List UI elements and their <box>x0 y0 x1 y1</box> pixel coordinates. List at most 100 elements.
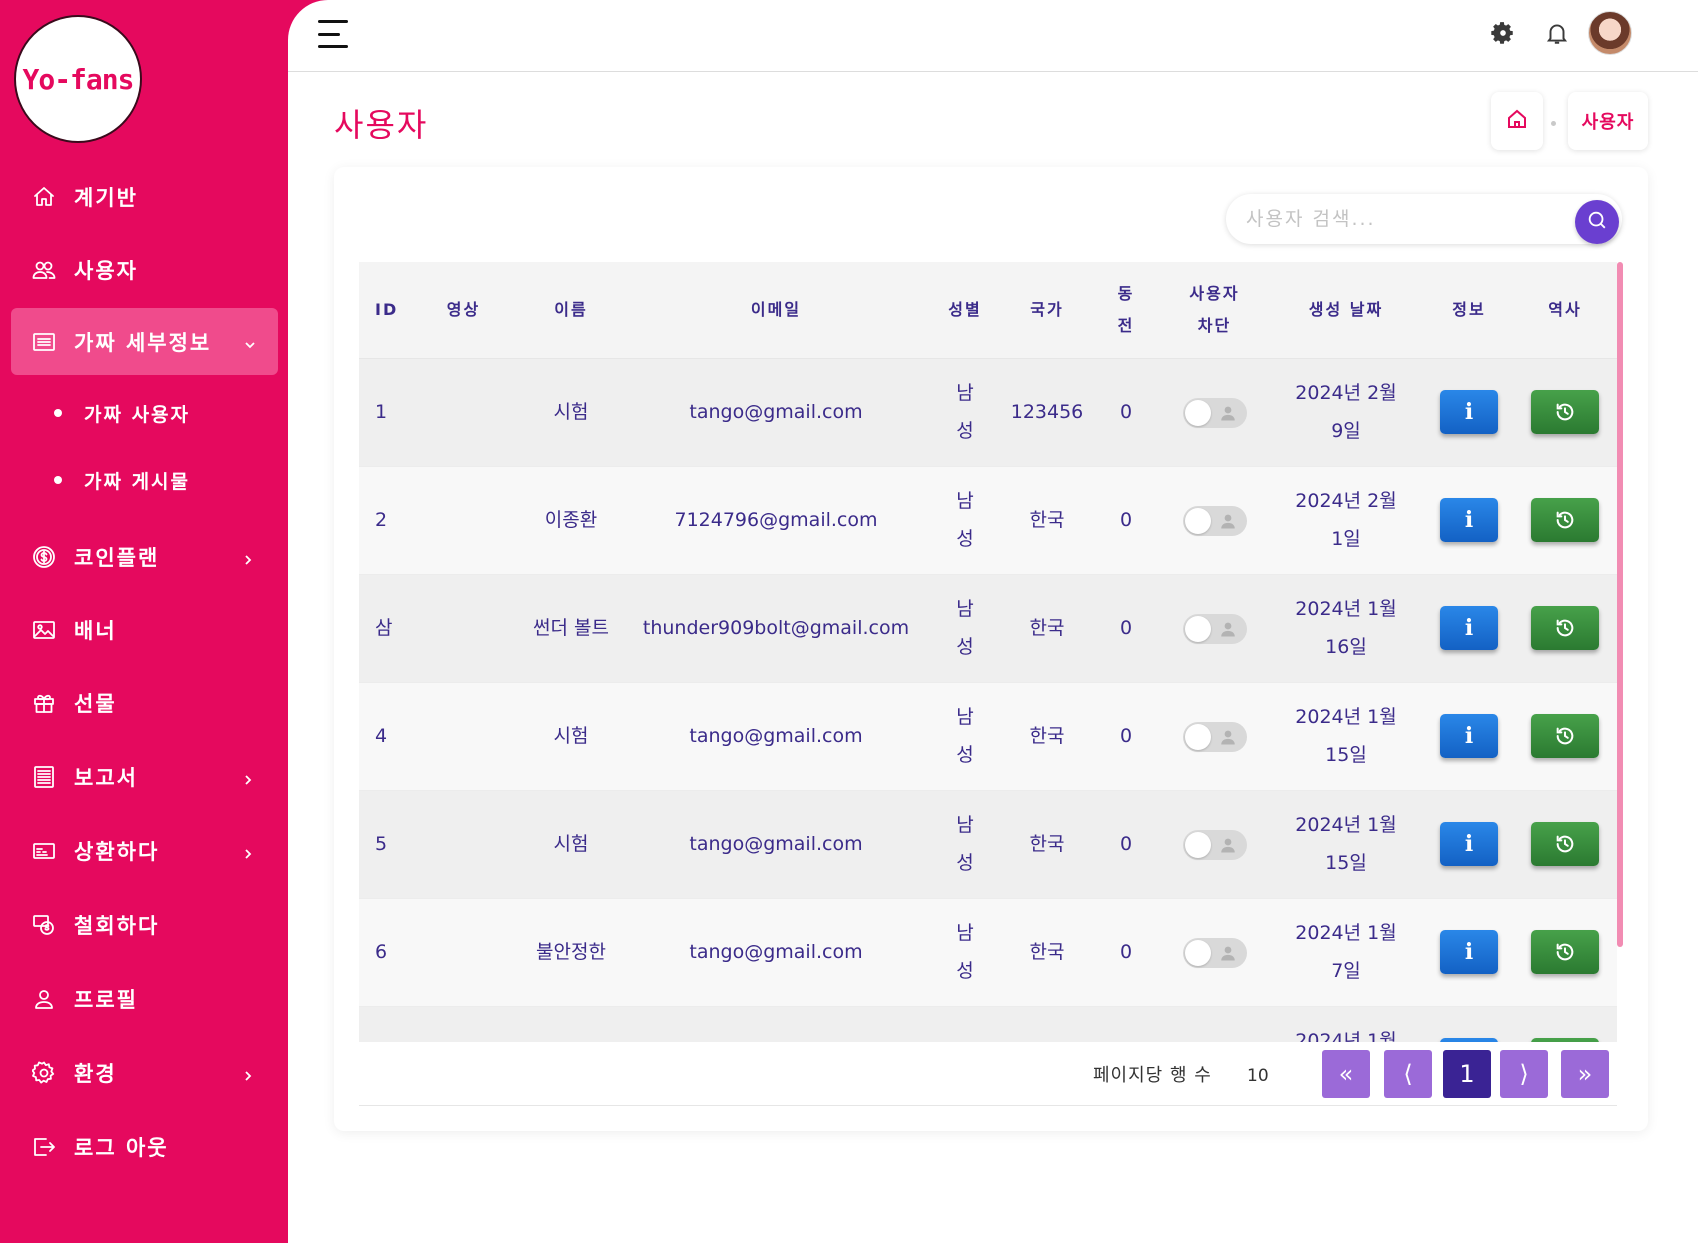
sidebar-subitem-fake-posts[interactable]: 가짜 게시물 <box>0 455 288 505</box>
cell-history <box>1513 898 1617 1007</box>
history-button[interactable] <box>1531 390 1599 434</box>
sidebar-item-dashboard[interactable]: 계기반 <box>0 167 288 227</box>
sidebar-item-logout[interactable]: 로그 아웃 <box>0 1117 288 1177</box>
users-icon <box>30 256 58 284</box>
history-icon <box>1556 943 1574 961</box>
column-header-history[interactable]: 역사 <box>1513 262 1617 359</box>
rows-per-page-select[interactable]: 10 <box>1247 1066 1269 1086</box>
sidebar-item-banner[interactable]: 배너 <box>0 600 288 660</box>
cell-country: 한국 <box>1004 790 1090 899</box>
search-input[interactable] <box>1246 194 1566 244</box>
info-button[interactable]: i <box>1440 390 1498 434</box>
block-user-toggle[interactable] <box>1182 937 1247 968</box>
cell-history <box>1513 1006 1617 1042</box>
column-header-created[interactable]: 생성 날짜 <box>1267 262 1425 359</box>
cell-email: tango@gmail.com <box>626 898 926 1007</box>
history-button[interactable] <box>1531 822 1599 866</box>
sidebar-item-coin-plan[interactable]: 코인플랜 <box>0 527 288 587</box>
table-row: 삼 썬더 볼트 thunder909bolt@gmail.com 남성 한국 0 2024년… <box>359 574 1617 683</box>
cell-info: i <box>1425 790 1513 899</box>
user-icon <box>1220 406 1235 420</box>
info-button[interactable]: i <box>1440 822 1498 866</box>
column-header-gender[interactable]: 성별 <box>926 262 1004 359</box>
column-header-coins[interactable]: 동전 <box>1090 262 1162 359</box>
info-button[interactable]: i <box>1440 930 1498 974</box>
history-button[interactable] <box>1531 714 1599 758</box>
cell-name: 시험 <box>516 682 626 791</box>
users-table: ID 영상 이름 이메일 성별 국가 동전 사용자 차단 생성 날짜 정보 역사… <box>359 262 1617 1042</box>
cell-created-date: 2024년 1월 15일 <box>1267 682 1425 791</box>
prev-page-button[interactable]: ⟨ <box>1384 1050 1432 1098</box>
sidebar-item-label: 상환하다 <box>74 840 160 864</box>
cell-created-date: 2024년 1월 15일 <box>1267 790 1425 899</box>
sidebar-item-redeem[interactable]: 상환하다 <box>0 821 288 881</box>
avatar[interactable] <box>1588 11 1632 55</box>
bell-icon[interactable] <box>1542 18 1572 48</box>
table-scrollbar[interactable] <box>1617 262 1623 947</box>
history-button[interactable] <box>1531 498 1599 542</box>
first-page-button[interactable]: « <box>1322 1050 1370 1098</box>
column-header-video[interactable]: 영상 <box>411 262 516 359</box>
column-header-country[interactable]: 국가 <box>1004 262 1090 359</box>
search-button[interactable] <box>1575 200 1619 244</box>
info-button[interactable]: i <box>1440 714 1498 758</box>
block-user-toggle[interactable] <box>1182 721 1247 752</box>
cell-name: 썬더 볼트 <box>516 574 626 683</box>
cell-gender: 남 <box>926 1006 1004 1042</box>
column-header-email[interactable]: 이메일 <box>626 262 926 359</box>
cell-id: 5 <box>359 790 411 899</box>
history-button[interactable] <box>1531 606 1599 650</box>
history-button[interactable] <box>1531 930 1599 974</box>
column-header-name[interactable]: 이름 <box>516 262 626 359</box>
block-user-toggle[interactable] <box>1182 613 1247 644</box>
history-icon <box>1556 403 1574 421</box>
cell-name: 불안정 <box>516 1006 626 1042</box>
cell-email: 7124796@gmail.com <box>626 466 926 575</box>
sidebar-item-gift[interactable]: 선물 <box>0 673 288 733</box>
cell-country: 한국 <box>1004 898 1090 1007</box>
cell-id: 4 <box>359 682 411 791</box>
cell-id: 2 <box>359 466 411 575</box>
image-icon <box>30 616 58 644</box>
sidebar-subitem-fake-users[interactable]: 가짜 사용자 <box>0 388 288 438</box>
sidebar-item-fake-details[interactable]: 가짜 세부정보 <box>11 308 278 375</box>
next-page-button[interactable]: ⟩ <box>1500 1050 1548 1098</box>
info-button[interactable]: i <box>1440 606 1498 650</box>
cell-name: 시험 <box>516 790 626 899</box>
cell-info: i <box>1425 466 1513 575</box>
table-row: 4 시험 tango@gmail.com 남성 한국 0 2024년 1월 15일 i <box>359 682 1617 791</box>
sidebar-item-users[interactable]: 사용자 <box>0 240 288 300</box>
block-user-toggle[interactable] <box>1182 397 1247 428</box>
toggle-knob <box>1184 939 1211 966</box>
cell-block <box>1162 898 1267 1007</box>
current-page-button[interactable]: 1 <box>1443 1050 1491 1098</box>
info-button[interactable]: i <box>1440 498 1498 542</box>
column-header-block[interactable]: 사용자 차단 <box>1162 262 1267 359</box>
sidebar-item-profile[interactable]: 프로필 <box>0 969 288 1029</box>
sidebar-item-label: 사용자 <box>74 259 138 283</box>
sidebar-item-withdraw[interactable]: 철회하다 <box>0 895 288 955</box>
menu-icon[interactable] <box>318 20 350 48</box>
block-user-toggle[interactable] <box>1182 505 1247 536</box>
table-header-row: ID 영상 이름 이메일 성별 국가 동전 사용자 차단 생성 날짜 정보 역사 <box>359 262 1617 359</box>
cell-email: tango@gmail.com <box>626 682 926 791</box>
toggle-knob <box>1184 723 1211 750</box>
gear-icon[interactable] <box>1488 18 1518 48</box>
table-row: 2 이종환 7124796@gmail.com 남성 한국 0 2024년 2월 1일 i <box>359 466 1617 575</box>
cell-name: 시험 <box>516 358 626 467</box>
breadcrumb-home[interactable] <box>1491 92 1543 150</box>
sidebar-item-settings[interactable]: 환경 <box>0 1043 288 1103</box>
breadcrumb-separator <box>1551 121 1556 126</box>
cell-coins: 0 <box>1090 790 1162 899</box>
logo[interactable]: Yo-fans <box>14 15 142 143</box>
cell-coins <box>1090 1006 1162 1042</box>
block-user-toggle[interactable] <box>1182 829 1247 860</box>
sidebar-item-report[interactable]: 보고서 <box>0 747 288 807</box>
list-icon <box>30 328 58 356</box>
last-page-button[interactable]: » <box>1561 1050 1609 1098</box>
gear-icon <box>30 1059 58 1087</box>
column-header-info[interactable]: 정보 <box>1425 262 1513 359</box>
column-header-id[interactable]: ID <box>359 262 411 359</box>
cell-gender: 남성 <box>926 466 1004 575</box>
breadcrumb-current[interactable]: 사용자 <box>1568 92 1648 150</box>
